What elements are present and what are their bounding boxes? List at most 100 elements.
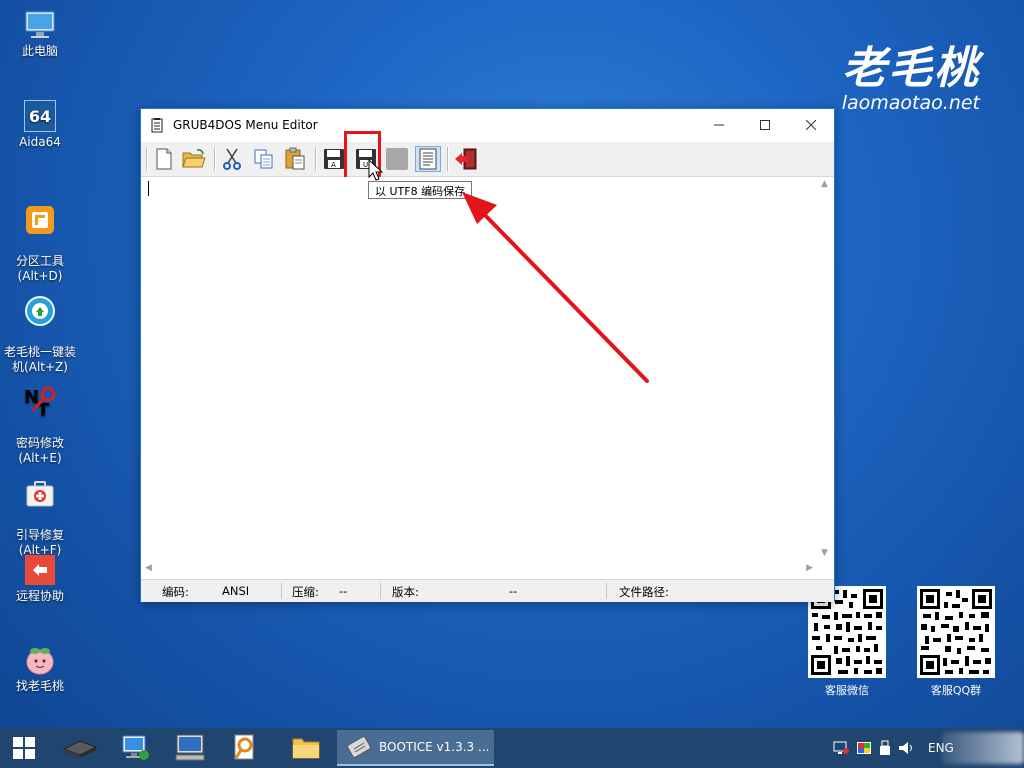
taskbar-file-explorer[interactable] <box>282 728 330 768</box>
bootice-icon <box>345 733 373 761</box>
grub4dos-menu-editor-window: GRUB4DOS Menu Editor A U 以 UTF8 编码保存 ▲ ▼… <box>140 108 835 602</box>
taskbar-search-app[interactable] <box>221 728 269 768</box>
status-separator <box>606 583 607 599</box>
tooltip: 以 UTF8 编码保存 <box>368 181 473 199</box>
minimize-icon <box>714 124 724 126</box>
menu-text-editor[interactable]: ▲ ▼ ◀ ▶ <box>141 177 834 577</box>
svg-text:A: A <box>331 161 336 169</box>
status-separator <box>380 583 381 599</box>
status-separator <box>281 583 282 599</box>
minimize-button[interactable] <box>696 109 742 141</box>
text-caret <box>148 181 149 196</box>
scroll-left-arrow-icon[interactable]: ◀ <box>145 563 152 573</box>
aida64-icon: 64 <box>23 99 57 133</box>
desktop-icon-label: 此电脑 <box>21 44 58 58</box>
first-aid-kit-icon <box>23 477 57 511</box>
desktop-computer-icon <box>175 734 205 761</box>
usb-drive-tray-icon[interactable] <box>879 740 891 756</box>
desktop-icon-label: 找老毛桃 <box>15 679 64 693</box>
exit-button[interactable] <box>453 146 479 172</box>
horizontal-scrollbar[interactable]: ◀ ▶ <box>141 560 817 577</box>
status-version-value: -- <box>509 584 518 598</box>
taskbar-chip-app[interactable] <box>56 728 104 768</box>
disabled-toolbar-button <box>384 146 410 172</box>
toolbar-separator <box>214 147 216 171</box>
brand-url: laomaotao.net <box>841 92 980 114</box>
taskbar-active-app-label: BOOTICE v1.3.3 ... <box>379 740 490 754</box>
clock-area-blurred[interactable] <box>942 732 1024 764</box>
status-compress-value: -- <box>339 584 348 598</box>
exit-door-icon <box>455 148 477 170</box>
taskbar: BOOTICE v1.3.3 ... ENG <box>0 728 1024 768</box>
vertical-scrollbar[interactable]: ▲ ▼ <box>817 177 834 560</box>
copy-icon <box>254 149 273 169</box>
maximize-icon <box>760 120 770 130</box>
scroll-right-arrow-icon[interactable]: ▶ <box>806 563 813 573</box>
desktop-icon-label: 远程协助 <box>15 589 64 603</box>
qr-qq-group: 客服QQ群 <box>917 586 995 698</box>
close-button[interactable] <box>788 109 834 141</box>
desktop-icon-label: Aida64 <box>19 135 61 149</box>
network-tray-icon[interactable] <box>833 741 849 755</box>
password-key-icon: NT <box>23 385 57 419</box>
qr-wechat: 客服微信 <box>808 586 886 698</box>
aida64-icon-text: 64 <box>24 100 56 132</box>
new-file-icon <box>156 148 172 170</box>
disabled-blank-icon <box>386 148 408 170</box>
windows-logo-icon <box>13 737 35 759</box>
display-color-tray-icon[interactable] <box>856 741 872 755</box>
status-compress-label: 压缩: <box>292 585 319 599</box>
status-encoding-label: 编码: <box>162 585 189 599</box>
status-bar: 编码: ANSI 压缩: -- 版本: -- 文件路径: <box>141 579 834 602</box>
desktop-icon-this-pc[interactable]: 此电脑 <box>2 8 78 59</box>
window-title: GRUB4DOS Menu Editor <box>173 118 318 132</box>
save-disk-ansi-icon: A <box>324 149 344 169</box>
copy-button[interactable] <box>251 146 277 172</box>
toolbar: A U <box>141 142 834 177</box>
toolbar-separator <box>315 147 317 171</box>
taskbar-network-app[interactable] <box>111 728 159 768</box>
brand-watermark: 老毛桃 laomaotao.net <box>841 43 980 115</box>
start-button[interactable] <box>0 728 48 768</box>
peach-mascot-icon <box>23 643 57 677</box>
desktop-icon-find-laomaotao[interactable]: 找老毛桃 <box>2 643 78 694</box>
new-file-button[interactable] <box>151 146 177 172</box>
computer-icon <box>23 8 57 42</box>
desktop-icon-remote-assist[interactable]: 远程协助 <box>2 553 78 604</box>
network-monitor-icon <box>122 735 149 760</box>
scissors-icon <box>223 148 241 170</box>
scroll-down-arrow-icon[interactable]: ▼ <box>821 548 828 558</box>
scroll-up-arrow-icon[interactable]: ▲ <box>821 179 828 189</box>
qr-qq-label: 客服QQ群 <box>930 684 982 697</box>
status-encoding-value: ANSI <box>222 584 250 598</box>
brand-name: 老毛桃 <box>842 43 980 94</box>
cut-button[interactable] <box>219 146 245 172</box>
paste-button[interactable] <box>282 146 308 172</box>
qr-wechat-label: 客服微信 <box>825 684 869 697</box>
document-text-icon <box>419 148 437 170</box>
text-view-toggle-button[interactable] <box>415 146 441 172</box>
partition-tool-icon <box>23 203 57 237</box>
one-click-install-icon <box>23 294 57 328</box>
open-file-button[interactable] <box>181 146 207 172</box>
toolbar-separator <box>146 147 148 171</box>
taskbar-computer-app[interactable] <box>166 728 214 768</box>
memory-chip-icon <box>62 740 98 758</box>
desktop-icon-aida64[interactable]: 64 Aida64 <box>2 99 78 150</box>
system-tray: ENG <box>833 728 954 768</box>
toolbar-separator <box>447 147 449 171</box>
taskbar-active-app-bootice[interactable]: BOOTICE v1.3.3 ... <box>337 730 494 766</box>
speaker-tray-icon[interactable] <box>898 741 916 755</box>
app-notepad-icon <box>149 117 165 133</box>
paste-clipboard-icon <box>285 147 305 170</box>
annotation-highlight-box <box>344 131 381 181</box>
status-version-label: 版本: <box>392 585 419 599</box>
folder-icon <box>292 738 320 759</box>
open-folder-icon <box>182 149 206 168</box>
magnifier-document-icon <box>234 734 254 760</box>
remote-assist-icon <box>23 553 57 587</box>
window-titlebar[interactable]: GRUB4DOS Menu Editor <box>141 109 834 141</box>
qr-code-image <box>917 586 995 678</box>
close-icon <box>806 120 816 130</box>
maximize-button[interactable] <box>742 109 788 141</box>
